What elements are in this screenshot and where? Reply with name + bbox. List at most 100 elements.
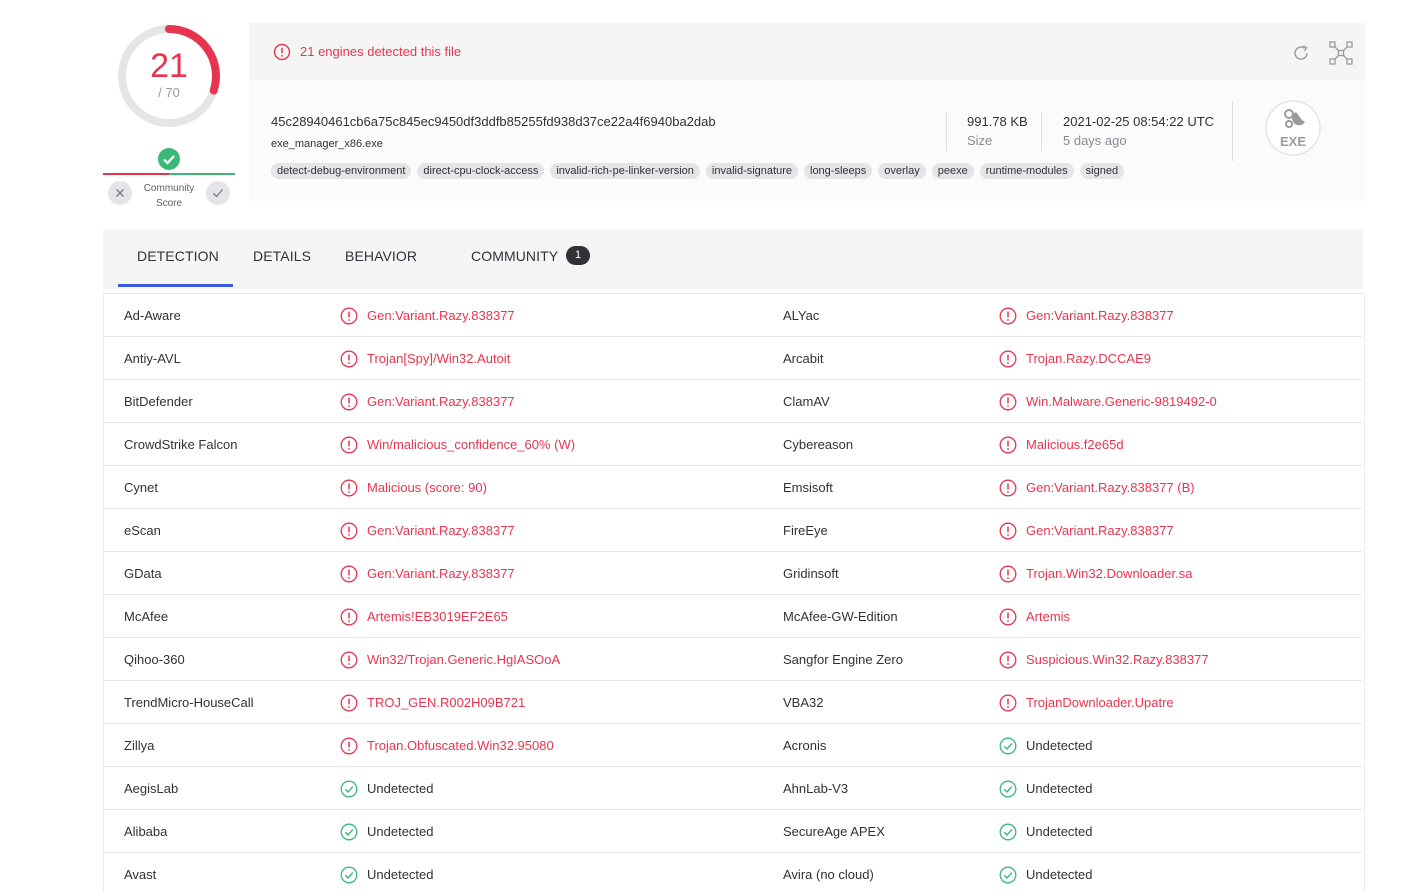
detection-result: Undetected — [1026, 781, 1093, 796]
detection-result: Artemis!EB3019EF2E65 — [367, 609, 508, 624]
vote-malicious-icon[interactable] — [108, 181, 132, 205]
engine-name: Avira (no cloud) — [783, 867, 874, 882]
detection-result: Undetected — [1026, 738, 1093, 753]
malicious-icon — [999, 436, 1017, 454]
malicious-icon — [999, 565, 1017, 583]
community-bar-negative — [103, 173, 169, 175]
detection-table: Ad-Aware Gen:Variant.Razy.838377 ALYac Gen:… — [103, 293, 1365, 893]
engine-name: Acronis — [783, 738, 827, 753]
detection-result: TROJ_GEN.R002H09B721 — [367, 695, 526, 710]
engine-name: Avast — [124, 867, 157, 882]
file-tag[interactable]: overlay — [878, 163, 926, 179]
tab-behavior[interactable]: BEHAVIOR — [345, 248, 417, 264]
engine-name: TrendMicro-HouseCall — [124, 695, 254, 710]
undetected-icon — [999, 737, 1017, 755]
malicious-icon — [340, 393, 358, 411]
malicious-icon — [340, 436, 358, 454]
community-bar-positive — [169, 173, 235, 175]
engine-name: McAfee-GW-Edition — [783, 609, 898, 624]
malicious-icon — [999, 651, 1017, 669]
engine-name: Gridinsoft — [783, 566, 839, 581]
detection-alert-text: 21 engines detected this file — [300, 44, 462, 59]
engine-name: Alibaba — [124, 824, 168, 839]
malicious-icon — [340, 522, 358, 540]
detection-result: Undetected — [367, 867, 434, 882]
detection-result: Undetected — [1026, 824, 1093, 839]
divider — [1232, 101, 1233, 161]
vote-harmless-icon[interactable] — [206, 181, 230, 205]
file-hash[interactable]: 45c28940461cb6a75c845ec9450df3ddfb85255f… — [271, 114, 716, 129]
table-row: CrowdStrike Falcon Win/malicious_confiden… — [104, 422, 1362, 466]
detection-result: Gen:Variant.Razy.838377 — [1026, 308, 1174, 323]
tab-details[interactable]: DETAILS — [253, 248, 311, 264]
exe-label: EXE — [1280, 134, 1306, 149]
detection-result: Malicious (score: 90) — [367, 480, 487, 495]
detection-result: TrojanDownloader.Upatre — [1026, 695, 1174, 710]
detection-result: Artemis — [1026, 609, 1071, 624]
undetected-icon — [999, 780, 1017, 798]
detection-result: Gen:Variant.Razy.838377 — [367, 523, 515, 538]
file-tag[interactable]: runtime-modules — [979, 163, 1074, 179]
undetected-icon — [340, 780, 358, 798]
detection-result: Trojan.Win32.Downloader.sa — [1026, 566, 1193, 581]
detection-result: Gen:Variant.Razy.838377 — [367, 394, 515, 409]
table-row: Cynet Malicious (score: 90) Emsisoft Gen:Va… — [104, 465, 1362, 509]
exe-file-type-icon: EXE — [1265, 100, 1321, 156]
file-tag[interactable]: invalid-rich-pe-linker-version — [550, 163, 700, 179]
table-row: Avast Undetected Avira (no cloud) Undetecte… — [104, 852, 1362, 896]
graph-icon[interactable] — [1328, 40, 1354, 66]
divider — [946, 111, 947, 151]
engine-name: FireEye — [783, 523, 828, 538]
detection-result: Undetected — [1026, 867, 1093, 882]
engine-name: ALYac — [783, 308, 820, 323]
active-tab-indicator — [118, 284, 233, 287]
malicious-icon — [999, 307, 1017, 325]
reanalyze-icon[interactable] — [1290, 42, 1312, 64]
community-label-line1: Community — [143, 183, 195, 194]
detection-result: Malicious.f2e65d — [1026, 437, 1124, 452]
engine-name: ClamAV — [783, 394, 830, 409]
engine-name: SecureAge APEX — [783, 824, 885, 839]
file-name: exe_manager_x86.exe — [271, 138, 383, 150]
malicious-icon — [340, 350, 358, 368]
community-check-icon — [158, 148, 180, 170]
tab-detection[interactable]: DETECTION — [137, 248, 219, 264]
malicious-icon — [999, 522, 1017, 540]
file-size-value: 991.78 KB — [967, 114, 1028, 129]
analysis-date-label: 5 days ago — [1063, 133, 1127, 148]
detection-result: Undetected — [367, 781, 434, 796]
tab-community[interactable]: COMMUNITY — [471, 248, 558, 264]
table-row: BitDefender Gen:Variant.Razy.838377 ClamAV… — [104, 379, 1362, 423]
table-row: Antiy-AVL Trojan[Spy]/Win32.Autoit Arcabit… — [104, 336, 1362, 380]
table-row: Qihoo-360 Win32/Trojan.Generic.HgIASOoA Sa… — [104, 637, 1362, 681]
file-tag[interactable]: direct-cpu-clock-access — [417, 163, 545, 179]
engine-name: Arcabit — [783, 351, 824, 366]
file-tag[interactable]: detect-debug-environment — [271, 163, 412, 179]
malicious-icon — [340, 565, 358, 583]
malicious-icon — [340, 651, 358, 669]
file-tag[interactable]: invalid-signature — [705, 163, 798, 179]
malicious-icon — [340, 694, 358, 712]
detection-result: Trojan.Razy.DCCAE9 — [1026, 351, 1151, 366]
table-row: AegisLab Undetected AhnLab-V3 Undetected — [104, 766, 1362, 810]
detection-result: Win32/Trojan.Generic.HgIASOoA — [367, 652, 561, 667]
table-row: eScan Gen:Variant.Razy.838377 FireEye Gen:V… — [104, 508, 1362, 552]
file-tags: detect-debug-environment direct-cpu-clock… — [271, 163, 1125, 179]
malicious-icon — [999, 393, 1017, 411]
file-tag[interactable]: peexe — [931, 163, 974, 179]
malicious-icon — [999, 694, 1017, 712]
table-row: Ad-Aware Gen:Variant.Razy.838377 ALYac Gen:… — [104, 293, 1362, 337]
file-tag[interactable]: signed — [1079, 163, 1125, 179]
malicious-icon — [340, 737, 358, 755]
file-tag[interactable]: long-sleeps — [804, 163, 873, 179]
detection-result: Trojan.Obfuscated.Win32.95080 — [367, 738, 554, 753]
detection-result: Trojan[Spy]/Win32.Autoit — [367, 351, 511, 366]
engine-name: AegisLab — [124, 781, 179, 796]
engine-name: AhnLab-V3 — [783, 781, 849, 796]
malicious-icon — [340, 479, 358, 497]
analysis-date-value: 2021-02-25 08:54:22 UTC — [1063, 114, 1215, 129]
engine-total: / 70 — [158, 85, 180, 100]
table-row: Zillya Trojan.Obfuscated.Win32.95080 Acron… — [104, 723, 1362, 767]
engine-name: CrowdStrike Falcon — [124, 437, 238, 452]
table-row: TrendMicro-HouseCall TROJ_GEN.R002H09B721… — [104, 680, 1362, 724]
